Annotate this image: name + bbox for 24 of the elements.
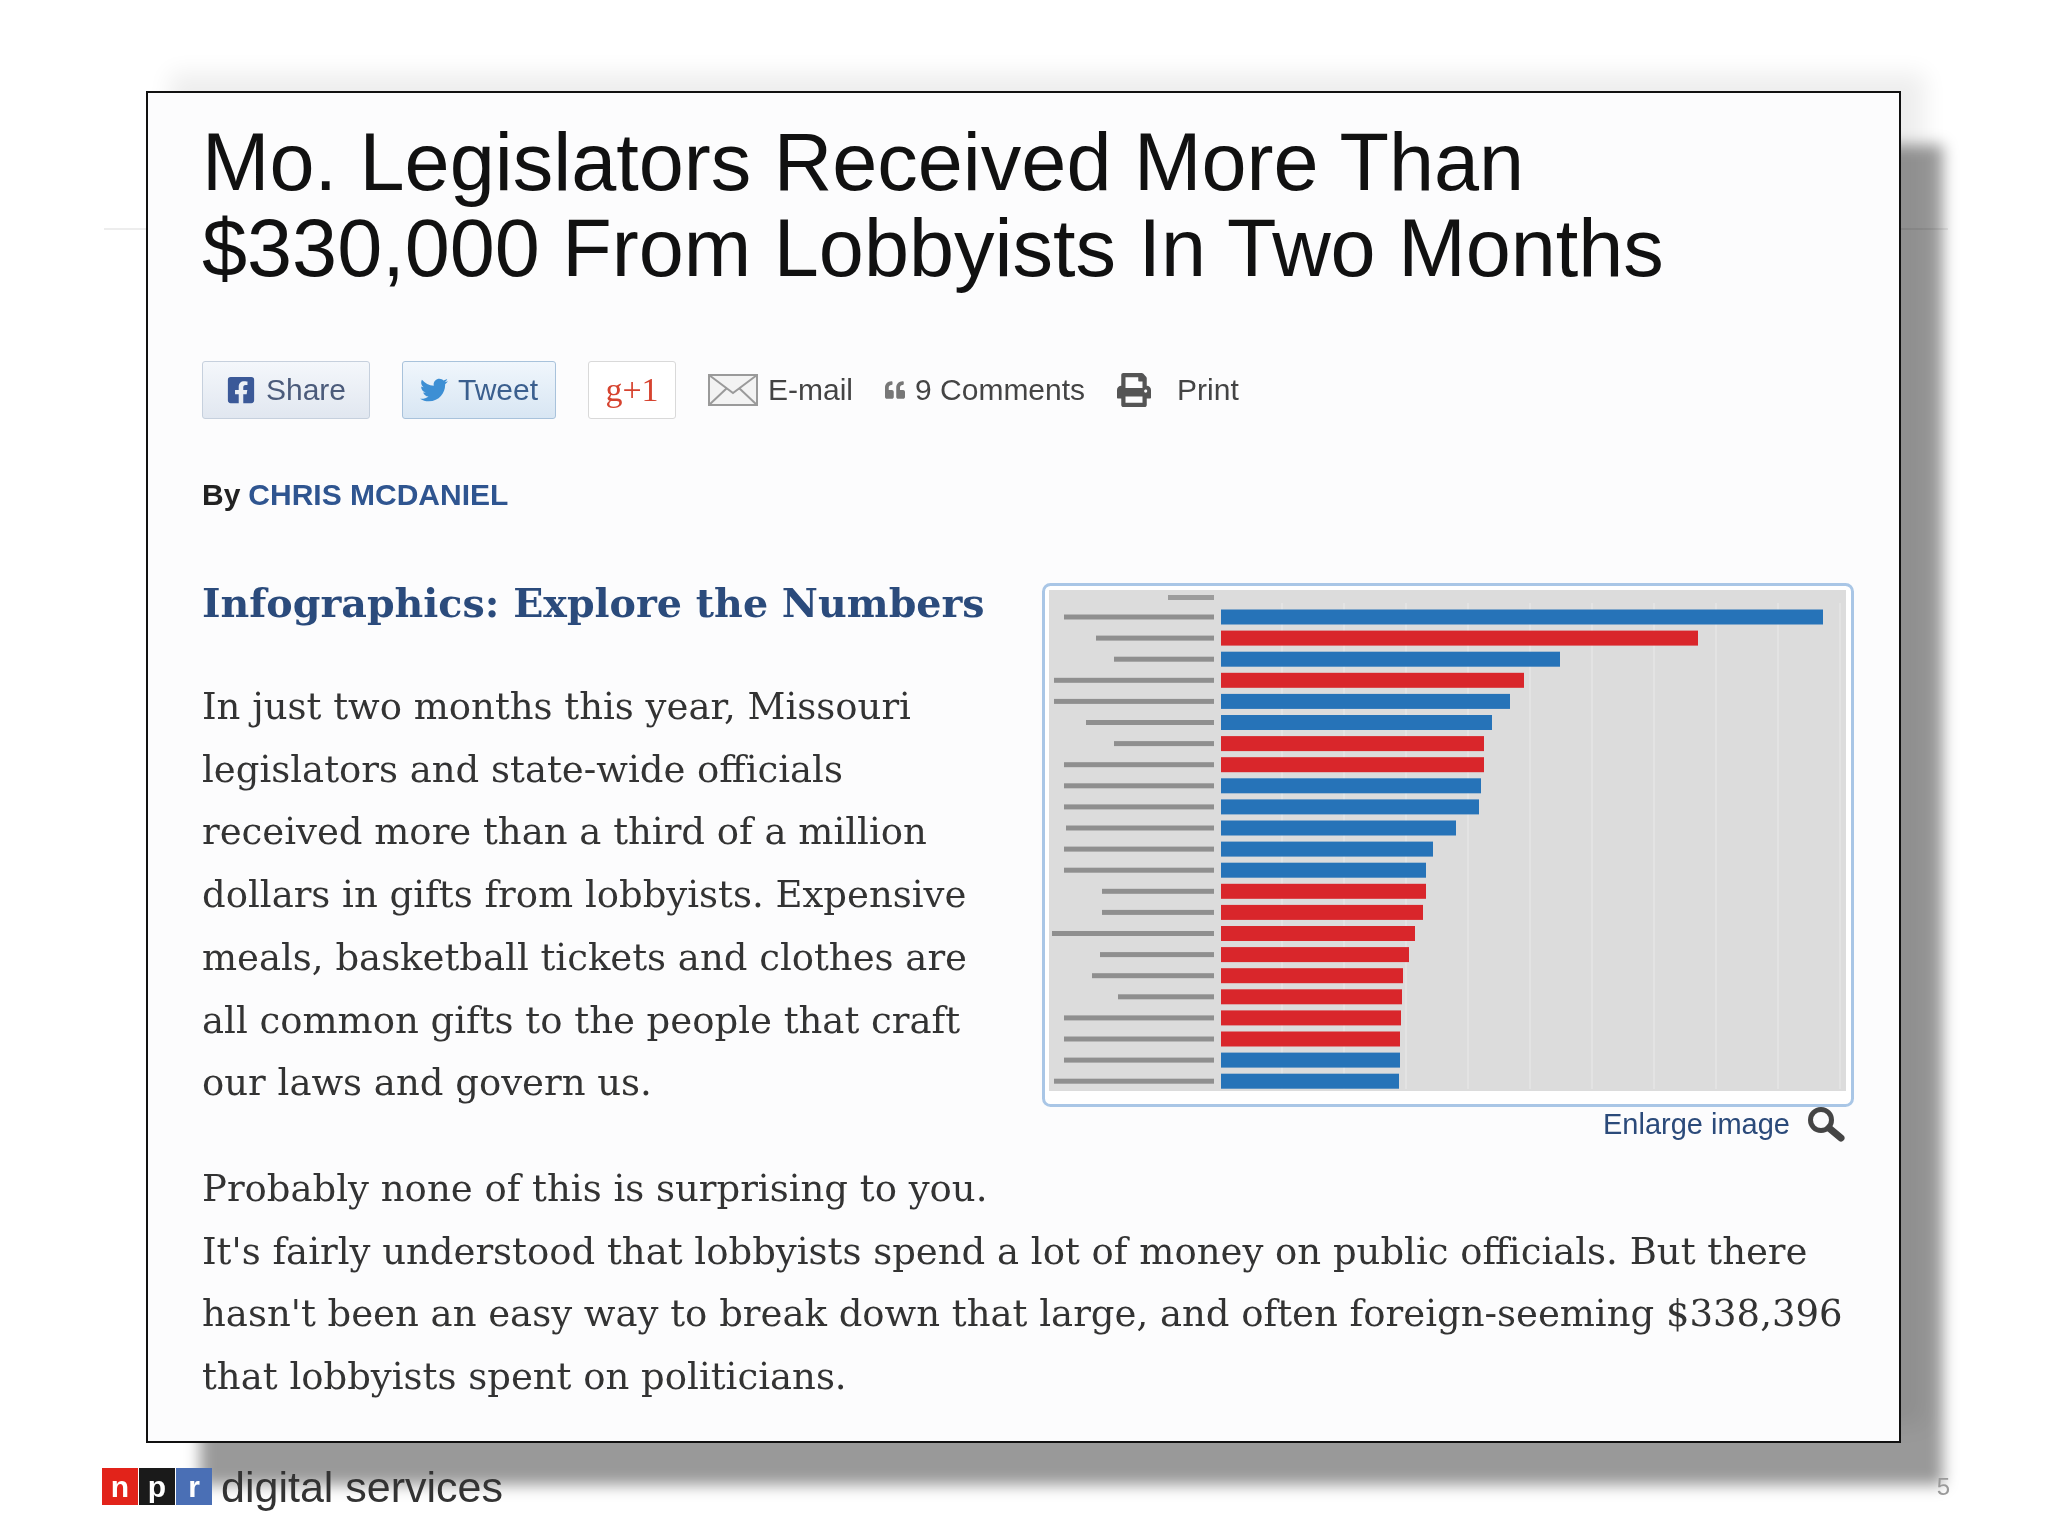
enlarge-image-link[interactable]: Enlarge image <box>1603 1107 1790 1141</box>
author-link[interactable]: CHRIS MCDANIEL <box>248 477 509 513</box>
byline-label: By <box>202 477 241 513</box>
intro-paragraph: In just two months this year, Missouri legislators and state-wide officials received more than a third of a million dollars in gifts from lobbyists. Expensive meals, basketball tickets and clothes are all common gifts to the people that craft our laws and govern us. <box>202 684 968 1107</box>
body-paragraph: Probably none of this is surprising to you. <box>202 1166 989 1212</box>
print-link[interactable]: Print <box>1117 373 1239 407</box>
email-link[interactable]: E-mail <box>708 373 853 407</box>
bird-icon <box>419 376 448 404</box>
tweet-button[interactable]: Tweet <box>402 361 556 419</box>
section-heading: Infographics: Explore the Numbers <box>202 579 986 628</box>
article-headline: Mo. Legislators Received More Than $330,000 From Lobbyists In Two Months <box>202 119 1665 291</box>
logo-letter-tile: r <box>176 1468 212 1505</box>
facebook-icon <box>225 375 256 405</box>
search-icon[interactable] <box>1806 1106 1846 1142</box>
logo-letter-tile: n <box>102 1468 138 1505</box>
plus-one-button[interactable]: g+1 <box>588 361 676 419</box>
logo-letter-tile: p <box>139 1468 175 1505</box>
envelope-icon <box>708 374 758 406</box>
body-paragraph: It's fairly understood that lobbyists spend a lot of money on public officials. But there hasn't been an easy way to break down that large, and often foreign-seeming $338,396 that lobbyists spent on politicians. <box>202 1228 1844 1401</box>
printer-icon <box>1117 373 1152 407</box>
share-button[interactable]: Share <box>202 361 370 419</box>
quote-icon <box>885 380 905 400</box>
page-number: 5 <box>1936 1472 1950 1501</box>
comments-link[interactable]: 9 Comments <box>885 373 1086 407</box>
